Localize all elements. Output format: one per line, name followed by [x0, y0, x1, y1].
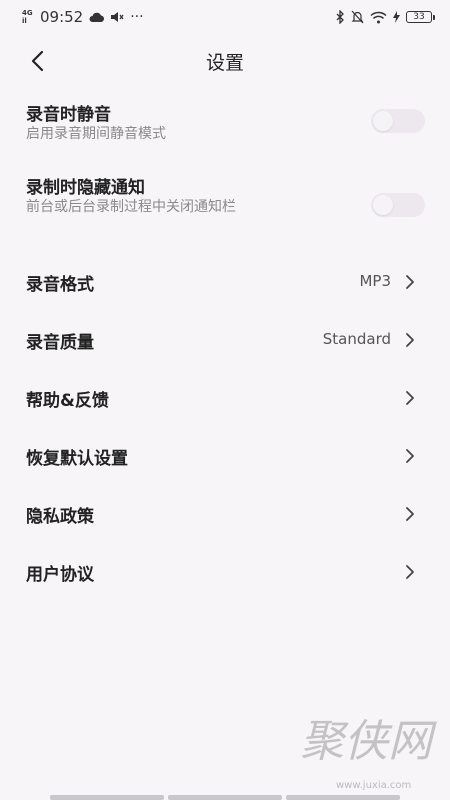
watermark-logo: 聚侠网 www.juxia.com [300, 716, 437, 791]
gesture-segment [168, 795, 282, 800]
gesture-segment [50, 795, 164, 800]
gesture-segment [286, 795, 400, 800]
toggle-description: 前台或后台录制过程中关闭通知栏 [26, 199, 236, 215]
toggle-title: 录音时静音 [26, 105, 111, 125]
chevron-right-icon [406, 391, 414, 405]
chevron-right-icon [406, 565, 414, 579]
switch-knob [373, 195, 393, 215]
status-left: 4G il 09:52 ··· [22, 8, 144, 26]
menu-item-label: 用户协议 [26, 565, 94, 585]
watermark-url: www.juxia.com [336, 780, 411, 791]
status-time: 09:52 [40, 8, 84, 26]
status-right: 33 [336, 10, 435, 24]
menu-item-label: 恢复默认设置 [26, 449, 128, 469]
menu-item-label: 帮助&反馈 [26, 391, 109, 411]
nav-bar: 设置 [0, 38, 450, 82]
wifi-icon [370, 11, 387, 24]
chevron-right-icon [406, 275, 414, 289]
chevron-right-icon [406, 507, 414, 521]
menu-item-label: 隐私政策 [26, 507, 94, 527]
network-indicator: 4G il [22, 9, 34, 25]
toggle-row-mute-while-recording: 录音时静音 启用录音期间静音模式 [0, 100, 450, 160]
notification-off-icon [351, 10, 364, 24]
network-type: 4G [22, 9, 33, 17]
chevron-right-icon [406, 333, 414, 347]
menu-item-privacy-policy[interactable]: 隐私政策 [0, 489, 450, 539]
menu-item-label: 录音质量 [26, 333, 94, 353]
cloud-icon [89, 11, 105, 23]
menu-item-restore-defaults[interactable]: 恢复默认设置 [0, 431, 450, 481]
menu-item-help-feedback[interactable]: 帮助&反馈 [0, 373, 450, 423]
switch-knob [373, 111, 393, 131]
battery-indicator: 33 [406, 11, 435, 23]
chevron-right-icon [406, 449, 414, 463]
toggle-description: 启用录音期间静音模式 [26, 126, 166, 142]
menu-item-value: Standard [322, 330, 391, 348]
more-indicator: ··· [130, 9, 144, 25]
mute-while-recording-switch[interactable] [371, 109, 425, 133]
bluetooth-icon [336, 10, 345, 24]
menu-item-recording-quality[interactable]: 录音质量 Standard [0, 315, 450, 365]
menu-item-recording-format[interactable]: 录音格式 MP3 [0, 257, 450, 307]
gesture-bar [0, 795, 450, 800]
menu-item-label: 录音格式 [26, 275, 94, 295]
menu-item-value: MP3 [359, 272, 391, 290]
charging-icon [393, 11, 400, 23]
signal-bars: il [22, 17, 27, 25]
hide-notification-switch[interactable] [371, 193, 425, 217]
watermark-text: 聚侠网 [300, 716, 437, 767]
menu-item-user-agreement[interactable]: 用户协议 [0, 547, 450, 597]
status-bar: 4G il 09:52 ··· 33 [0, 0, 450, 34]
page-title: 设置 [205, 52, 244, 74]
toggle-title: 录制时隐藏通知 [26, 178, 145, 198]
toggle-row-hide-notification: 录制时隐藏通知 前台或后台录制过程中关闭通知栏 [0, 173, 450, 233]
mute-icon [110, 11, 124, 23]
